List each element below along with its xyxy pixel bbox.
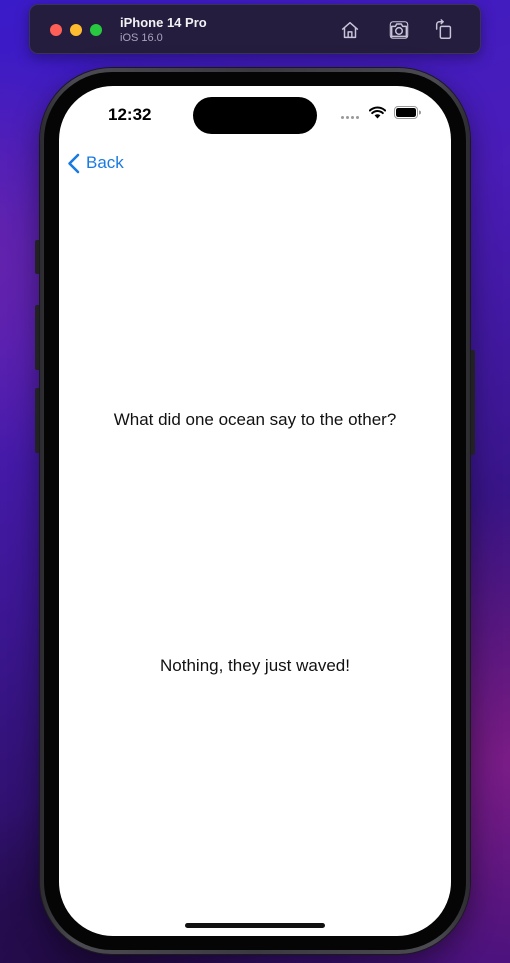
wifi-icon: [369, 106, 386, 119]
joke-answer: Nothing, they just waved!: [160, 656, 350, 675]
home-button[interactable]: [338, 18, 362, 42]
signal-icon: [341, 107, 359, 119]
close-window-button[interactable]: [50, 24, 62, 36]
back-button[interactable]: Back: [67, 148, 124, 178]
os-version: iOS 16.0: [120, 32, 163, 44]
minimize-window-button[interactable]: [70, 24, 82, 36]
status-icons: [341, 106, 421, 119]
house-icon: [341, 21, 359, 39]
back-button-label: Back: [86, 153, 124, 172]
rotate-button[interactable]: [432, 18, 456, 42]
screenshot-button[interactable]: [387, 18, 411, 42]
battery-icon: [394, 106, 421, 119]
joke-question: What did one ocean say to the other?: [113, 410, 397, 429]
home-indicator[interactable]: [185, 923, 325, 928]
rotate-icon: [435, 19, 452, 39]
camera-icon: [389, 21, 409, 39]
dynamic-island: [193, 97, 317, 134]
device-name: iPhone 14 Pro: [120, 15, 207, 30]
status-time: 12:32: [108, 105, 152, 124]
simulator-toolbar: iPhone 14 Pro iOS 16.0: [29, 4, 481, 54]
chevron-left-icon: [68, 153, 80, 173]
device-screen: 12:32 Back What did one ocean say to the…: [59, 86, 451, 936]
zoom-window-button[interactable]: [90, 24, 102, 36]
